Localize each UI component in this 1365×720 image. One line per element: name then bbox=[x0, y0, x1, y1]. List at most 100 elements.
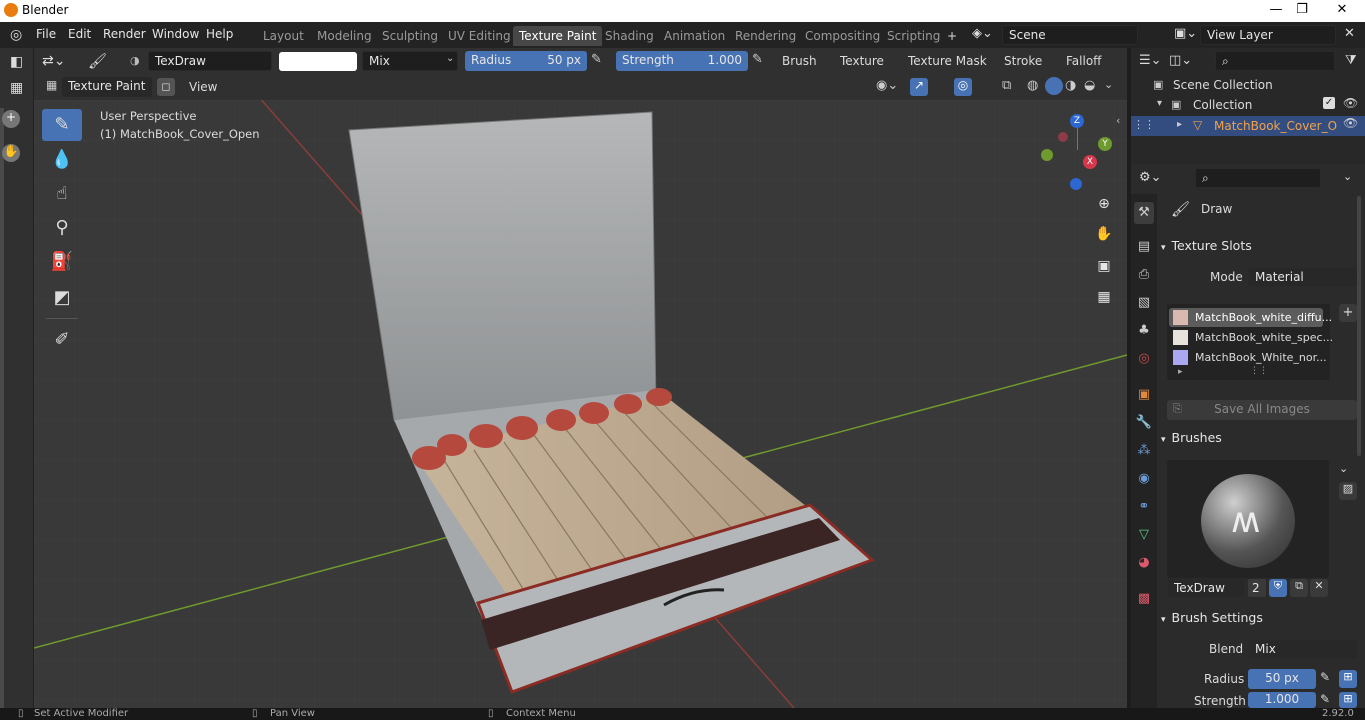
add-workspace-button[interactable]: + bbox=[941, 26, 963, 46]
3d-viewport[interactable]: User Perspective (1) MatchBook_Cover_Ope… bbox=[34, 100, 1127, 708]
stroke-menu[interactable]: Stroke bbox=[1004, 54, 1042, 68]
gizmo-neg-x[interactable] bbox=[1058, 132, 1068, 142]
grid-view-icon[interactable]: ▦ bbox=[1092, 285, 1116, 309]
tool-tab-icon[interactable]: ⚒ bbox=[1134, 202, 1154, 224]
strength-pressure-icon[interactable]: ✎ bbox=[752, 52, 763, 67]
object-visibility-icon[interactable]: 👁 bbox=[1343, 116, 1358, 130]
collection-checkbox[interactable]: ✓ bbox=[1323, 97, 1335, 109]
mask-tool-icon[interactable]: ◩ bbox=[42, 282, 82, 314]
duplicate-brush-icon[interactable]: ⧉ bbox=[1290, 579, 1308, 597]
menu-help[interactable]: Help bbox=[206, 27, 233, 41]
scene-selector-icon[interactable]: ◈⌄ bbox=[972, 26, 993, 41]
resize-handle-icon[interactable]: ⋮⋮ bbox=[1250, 366, 1268, 376]
minimize-button[interactable]: — bbox=[1262, 0, 1290, 22]
pan-hand-icon[interactable]: ✋ bbox=[1092, 222, 1116, 246]
camera-icon[interactable]: ▣ bbox=[1092, 254, 1116, 278]
brush-menu[interactable]: Brush bbox=[782, 54, 817, 68]
brush-menu-icon[interactable]: ⌄ bbox=[1339, 462, 1348, 475]
expand-arrow-icon[interactable]: ▸ bbox=[1178, 367, 1183, 377]
tab-animation[interactable]: Animation bbox=[658, 26, 731, 46]
menu-edit[interactable]: Edit bbox=[68, 27, 91, 41]
menu-file[interactable]: File bbox=[36, 27, 56, 41]
brush-name-field[interactable]: TexDraw bbox=[1167, 578, 1245, 598]
outliner-scene-collection[interactable]: Scene Collection bbox=[1173, 78, 1273, 92]
brush-name-field[interactable]: TexDraw bbox=[148, 51, 272, 71]
falloff-menu[interactable]: Falloff bbox=[1066, 54, 1101, 68]
tab-layout[interactable]: Layout bbox=[257, 26, 310, 46]
texture-slot-normal[interactable]: MatchBook_White_nor... bbox=[1195, 351, 1327, 364]
texture-slot-specular[interactable]: MatchBook_white_spec... bbox=[1195, 331, 1333, 344]
modifier-tab-icon[interactable]: 🔧 bbox=[1134, 412, 1154, 434]
tool-settings-icon[interactable]: ⇄⌄ bbox=[42, 53, 65, 69]
render-tab-icon[interactable]: ▤ bbox=[1134, 236, 1154, 258]
radius-slider[interactable]: 50 px bbox=[1248, 669, 1316, 689]
outliner-collection[interactable]: Collection bbox=[1193, 98, 1252, 112]
close-view-layer-icon[interactable]: ✕ bbox=[1344, 26, 1355, 41]
mode-dropdown[interactable]: Material bbox=[1248, 267, 1358, 287]
blender-menu-icon[interactable]: ◎ bbox=[10, 27, 22, 43]
scene-name-field[interactable]: Scene bbox=[1002, 25, 1138, 45]
view-layer-field[interactable]: View Layer bbox=[1200, 25, 1336, 45]
close-button[interactable]: ✕ bbox=[1328, 0, 1356, 22]
xray-icon[interactable]: ⧉ bbox=[1002, 78, 1011, 93]
overlay-toggle-icon[interactable]: ◎ bbox=[954, 78, 972, 96]
fill-tool-icon[interactable]: ⛽ bbox=[42, 246, 82, 278]
radius-pressure-icon[interactable]: ✎ bbox=[1320, 670, 1330, 684]
world-tab-icon[interactable]: ◎ bbox=[1134, 348, 1154, 370]
display-mode-icon[interactable]: ◫⌄ bbox=[1169, 53, 1192, 68]
brush-icon[interactable]: 🖌 bbox=[88, 52, 107, 70]
texture-menu[interactable]: Texture bbox=[840, 54, 884, 68]
menu-render[interactable]: Render bbox=[103, 27, 146, 41]
gizmo-neg-z[interactable] bbox=[1070, 178, 1082, 190]
save-all-images-button[interactable]: ⎘ Save All Images bbox=[1167, 400, 1357, 420]
properties-editor-icon[interactable]: ⚙⌄ bbox=[1139, 170, 1162, 185]
brush-preview[interactable]: ʍ bbox=[1167, 460, 1329, 578]
gizmo-z-axis[interactable]: Z bbox=[1070, 114, 1084, 128]
texture-slot-diffuse[interactable]: MatchBook_white_diffu... bbox=[1195, 311, 1332, 324]
shading-options-icon[interactable]: ⌄ bbox=[1104, 78, 1113, 91]
gizmo-neg-y[interactable] bbox=[1041, 149, 1053, 161]
brush-users-count[interactable]: 2 bbox=[1247, 578, 1267, 598]
brush-color-swatch[interactable] bbox=[279, 52, 357, 71]
strength-slider[interactable]: Strength 1.000 bbox=[616, 51, 748, 71]
wireframe-shading-icon[interactable]: ◍ bbox=[1027, 78, 1038, 93]
tab-shading[interactable]: Shading bbox=[599, 26, 660, 46]
tab-texture-paint[interactable]: Texture Paint bbox=[513, 26, 603, 46]
pressure-icon[interactable]: ✎ bbox=[591, 52, 602, 67]
collapse-arrow-icon[interactable]: ▾ bbox=[1157, 98, 1162, 109]
editor-type-icon[interactable]: ◧ bbox=[10, 54, 23, 70]
annotate-tool-icon[interactable]: ✐ bbox=[42, 324, 82, 356]
object-tab-icon[interactable]: ▣ bbox=[1134, 384, 1154, 406]
scene-tab-icon[interactable]: ♣ bbox=[1134, 320, 1154, 342]
mask-toggle-icon[interactable]: ◻ bbox=[157, 78, 175, 96]
output-tab-icon[interactable]: ⎙ bbox=[1134, 264, 1154, 286]
blend-mode-dropdown[interactable]: Mix bbox=[362, 51, 458, 71]
tab-scripting[interactable]: Scripting bbox=[881, 26, 946, 46]
tab-modeling[interactable]: Modeling bbox=[311, 26, 378, 46]
menu-window[interactable]: Window bbox=[152, 27, 199, 41]
clone-tool-icon[interactable]: ⚲ bbox=[42, 212, 82, 244]
collection-visibility-icon[interactable]: 👁 bbox=[1343, 96, 1358, 110]
strength-pressure-icon[interactable]: ✎ bbox=[1320, 692, 1330, 706]
gizmo-x-axis[interactable]: X bbox=[1083, 155, 1097, 169]
zoom-icon[interactable]: ⊕ bbox=[1092, 192, 1116, 216]
solid-shading-icon[interactable] bbox=[1045, 77, 1063, 95]
navigation-gizmo[interactable]: Z Y X bbox=[1040, 114, 1116, 190]
gizmo-toggle-icon[interactable]: ↗ bbox=[910, 78, 928, 96]
constraints-tab-icon[interactable]: ⚭ bbox=[1134, 496, 1154, 518]
hand-icon[interactable]: ✋ bbox=[2, 144, 20, 162]
brushes-header[interactable]: ▾ Brushes bbox=[1161, 430, 1357, 452]
tab-uv-editing[interactable]: UV Editing bbox=[442, 26, 517, 46]
outliner-editor-icon[interactable]: ☰⌄ bbox=[1139, 53, 1162, 68]
image-icon[interactable]: ▨ bbox=[1339, 482, 1357, 500]
add-icon[interactable]: + bbox=[2, 110, 20, 128]
add-slot-icon[interactable]: + bbox=[1339, 304, 1357, 322]
properties-options-icon[interactable]: ⌄ bbox=[1343, 170, 1352, 183]
properties-scrollbar[interactable] bbox=[1357, 196, 1361, 456]
mode-icon[interactable]: ▦ bbox=[10, 80, 23, 96]
maximize-button[interactable]: ❐ bbox=[1288, 0, 1316, 22]
radius-unit-icon[interactable]: ⊞ bbox=[1339, 670, 1357, 688]
visibility-icon[interactable]: ◉⌄ bbox=[876, 78, 898, 93]
material-tab-icon[interactable]: ◕ bbox=[1134, 552, 1154, 574]
draw-tool-icon[interactable]: ✎ bbox=[42, 109, 82, 141]
